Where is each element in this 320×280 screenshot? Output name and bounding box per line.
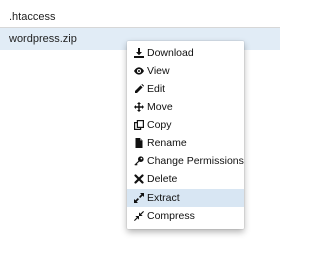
menu-item-label: Copy bbox=[147, 119, 172, 131]
menu-item-copy[interactable]: Copy bbox=[127, 116, 244, 134]
close-icon bbox=[134, 174, 144, 184]
context-menu: Download View Edit Move Copy Rename Chan… bbox=[127, 41, 244, 229]
menu-item-label: Extract bbox=[147, 192, 180, 204]
menu-item-label: Delete bbox=[147, 173, 178, 185]
expand-icon bbox=[134, 193, 144, 203]
move-icon bbox=[134, 102, 144, 112]
menu-item-download[interactable]: Download bbox=[127, 44, 244, 62]
file-name: wordpress.zip bbox=[9, 33, 77, 45]
menu-item-label: Move bbox=[147, 101, 173, 113]
menu-item-move[interactable]: Move bbox=[127, 98, 244, 116]
menu-item-compress[interactable]: Compress bbox=[127, 207, 244, 225]
download-icon bbox=[134, 48, 144, 58]
file-icon bbox=[134, 138, 144, 148]
menu-item-change-permissions[interactable]: Change Permissions bbox=[127, 152, 244, 170]
key-icon bbox=[134, 156, 144, 166]
menu-item-label: Change Permissions bbox=[147, 155, 244, 167]
eye-icon bbox=[134, 66, 144, 76]
menu-item-delete[interactable]: Delete bbox=[127, 170, 244, 188]
file-row-htaccess[interactable]: .htaccess bbox=[0, 6, 280, 28]
menu-item-extract[interactable]: Extract bbox=[127, 189, 244, 207]
compress-icon bbox=[134, 211, 144, 221]
copy-icon bbox=[134, 120, 144, 130]
pencil-icon bbox=[134, 84, 144, 94]
menu-item-label: Edit bbox=[147, 83, 166, 95]
menu-item-label: Download bbox=[147, 47, 194, 59]
menu-item-rename[interactable]: Rename bbox=[127, 134, 244, 152]
menu-item-label: View bbox=[147, 65, 170, 77]
menu-item-label: Compress bbox=[147, 210, 195, 222]
file-name: .htaccess bbox=[9, 11, 56, 23]
menu-item-view[interactable]: View bbox=[127, 62, 244, 80]
menu-item-edit[interactable]: Edit bbox=[127, 80, 244, 98]
menu-item-label: Rename bbox=[147, 137, 187, 149]
